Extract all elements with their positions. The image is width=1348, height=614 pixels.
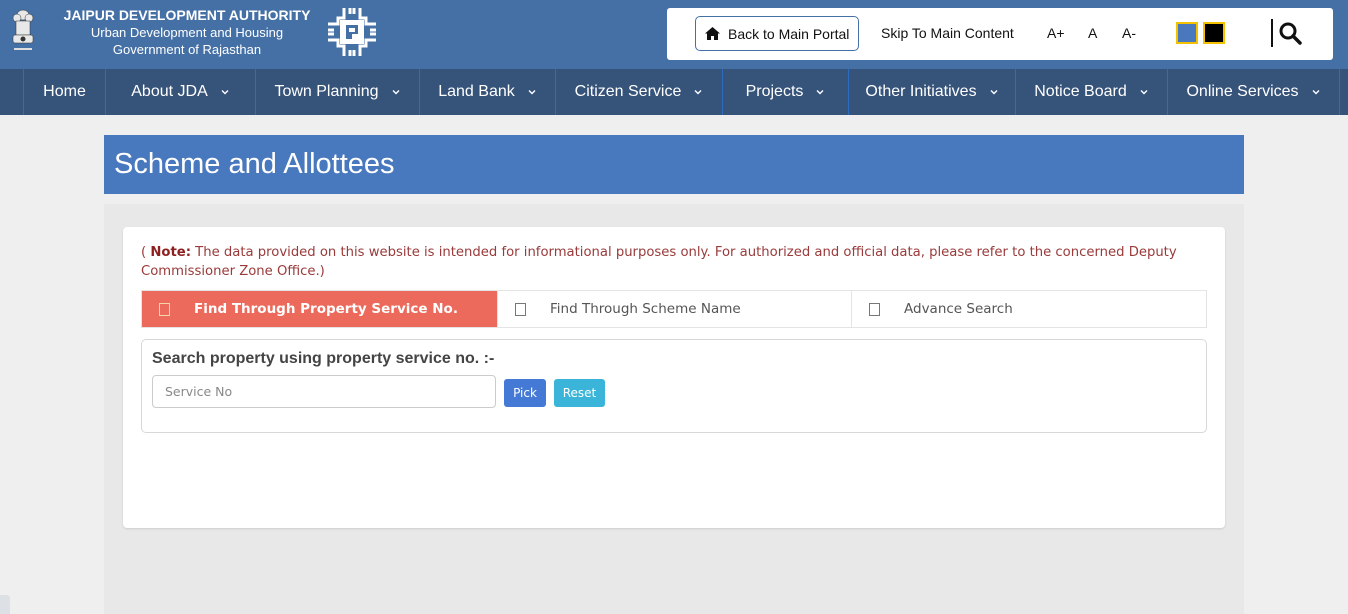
nav-item-home[interactable]: Home bbox=[24, 69, 106, 115]
service-no-input[interactable] bbox=[152, 375, 496, 408]
chevron-down-icon bbox=[694, 90, 702, 95]
nav-item-label: Land Bank bbox=[438, 83, 515, 100]
utility-bar: Back to Main Portal Skip To Main Content… bbox=[667, 8, 1333, 60]
tab-advance-search[interactable]: Advance Search bbox=[852, 291, 1206, 327]
pick-button[interactable]: Pick bbox=[504, 379, 546, 407]
org-title: JAIPUR DEVELOPMENT AUTHORITY bbox=[63, 7, 311, 23]
tab-scheme-name[interactable]: Find Through Scheme Name bbox=[498, 291, 852, 327]
checkbox-icon bbox=[159, 302, 170, 316]
nav-item-label: Notice Board bbox=[1034, 83, 1127, 100]
disclaimer-note: ( Note: The data provided on this websit… bbox=[141, 245, 1177, 279]
jda-logo-icon bbox=[328, 8, 376, 56]
checkbox-icon bbox=[869, 302, 880, 316]
checkbox-icon bbox=[515, 302, 526, 316]
site-header: JAIPUR DEVELOPMENT AUTHORITY Urban Devel… bbox=[0, 0, 1348, 69]
organization-name: JAIPUR DEVELOPMENT AUTHORITY Urban Devel… bbox=[52, 7, 322, 58]
page-title: Scheme and Allottees bbox=[114, 148, 395, 180]
nav-item-label: Home bbox=[43, 83, 86, 100]
blue-theme-button[interactable] bbox=[1176, 22, 1198, 44]
search-card: ( Note: The data provided on this websit… bbox=[123, 227, 1225, 528]
nav-item-label: Other Initiatives bbox=[865, 83, 977, 100]
chevron-down-icon bbox=[816, 90, 824, 95]
nav-item-land-bank[interactable]: Land Bank bbox=[420, 69, 556, 115]
tab-label: Find Through Property Service No. bbox=[194, 301, 458, 317]
tab-property-service-no[interactable]: Find Through Property Service No. bbox=[142, 291, 498, 327]
nav-item-online-services[interactable]: Online Services bbox=[1168, 69, 1340, 115]
dark-theme-button[interactable] bbox=[1203, 22, 1225, 44]
org-government: Government of Rajasthan bbox=[112, 42, 262, 57]
back-to-main-portal-label: Back to Main Portal bbox=[728, 25, 850, 42]
nav-item-label: Online Services bbox=[1186, 83, 1299, 100]
tab-label: Advance Search bbox=[904, 301, 1013, 317]
search-heading: Search property using property service n… bbox=[152, 350, 495, 367]
org-department: Urban Development and Housing bbox=[90, 25, 284, 40]
note-text: The data provided on this website is int… bbox=[141, 245, 1177, 279]
chevron-down-icon bbox=[392, 90, 400, 95]
chevron-down-icon bbox=[221, 90, 229, 95]
nav-item-label: Projects bbox=[745, 83, 804, 100]
divider bbox=[1271, 19, 1273, 47]
search-icon[interactable] bbox=[1278, 21, 1302, 45]
page-title-bar: Scheme and Allottees bbox=[104, 135, 1244, 194]
font-increase-button[interactable]: A+ bbox=[1047, 25, 1065, 41]
home-icon bbox=[705, 27, 720, 40]
nav-item-citizen-service[interactable]: Citizen Service bbox=[556, 69, 723, 115]
nav-item-about-jda[interactable]: About JDA bbox=[106, 69, 256, 115]
nav-item-label: About JDA bbox=[131, 83, 208, 100]
main-navigation: Home About JDA Town Planning Land Bank C… bbox=[0, 69, 1348, 115]
chevron-down-icon bbox=[990, 90, 998, 95]
nav-item-projects[interactable]: Projects bbox=[723, 69, 849, 115]
search-panel: Search property using property service n… bbox=[141, 339, 1207, 433]
font-normal-button[interactable]: A bbox=[1088, 25, 1097, 41]
side-tab[interactable] bbox=[0, 595, 10, 614]
chevron-down-icon bbox=[1140, 90, 1148, 95]
note-label: Note: bbox=[150, 245, 191, 260]
back-to-main-portal-button[interactable]: Back to Main Portal bbox=[695, 16, 859, 51]
nav-item-label: Town Planning bbox=[274, 83, 379, 100]
state-emblem-icon bbox=[12, 9, 34, 50]
chevron-down-icon bbox=[1312, 90, 1320, 95]
nav-item-other-initiatives[interactable]: Other Initiatives bbox=[849, 69, 1016, 115]
chevron-down-icon bbox=[528, 90, 536, 95]
nav-item-label: Citizen Service bbox=[574, 83, 682, 100]
reset-button[interactable]: Reset bbox=[554, 379, 605, 407]
skip-to-main-content-link[interactable]: Skip To Main Content bbox=[881, 25, 1014, 41]
tab-label: Find Through Scheme Name bbox=[550, 301, 741, 317]
font-decrease-button[interactable]: A- bbox=[1122, 25, 1136, 41]
search-tabs: Find Through Property Service No. Find T… bbox=[141, 290, 1207, 328]
nav-item-notice-board[interactable]: Notice Board bbox=[1016, 69, 1168, 115]
nav-item-town-planning[interactable]: Town Planning bbox=[256, 69, 420, 115]
